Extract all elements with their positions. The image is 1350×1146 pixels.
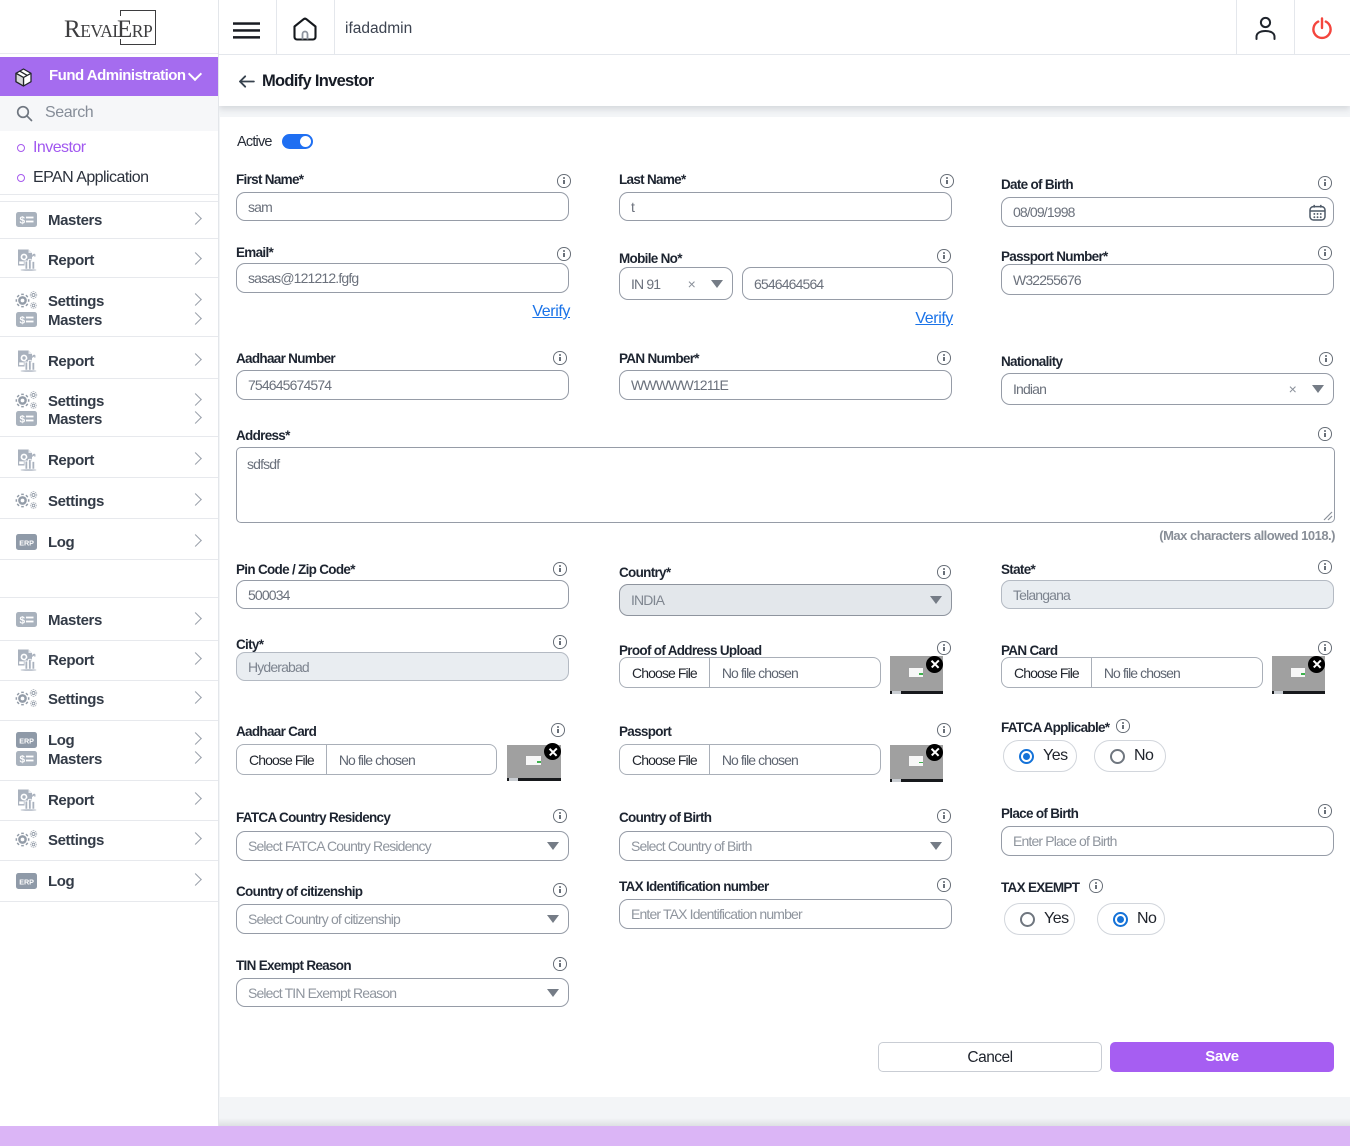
svg-text:$: $	[20, 315, 26, 326]
svg-text:ERP: ERP	[19, 538, 34, 547]
svg-text:$: $	[20, 216, 26, 227]
svg-text:$: $	[20, 755, 26, 766]
svg-text:ERP: ERP	[19, 737, 34, 746]
svg-text:ERP: ERP	[19, 877, 34, 886]
svg-text:$: $	[20, 415, 26, 426]
svg-text:$: $	[20, 615, 26, 626]
